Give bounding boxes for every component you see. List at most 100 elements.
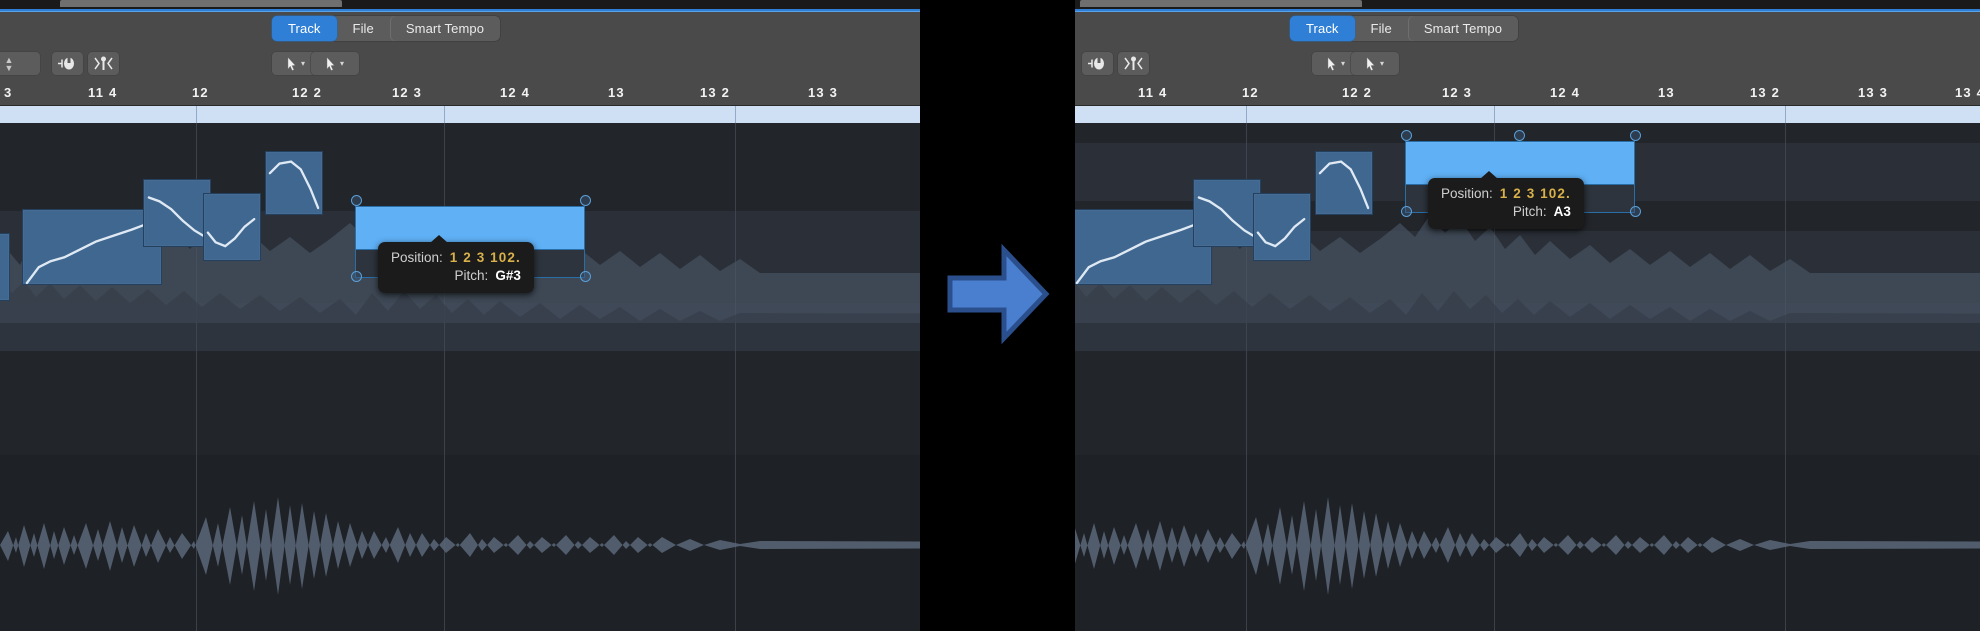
command-click-tool-selector[interactable]: ▾ [1351,52,1399,75]
split-note-icon [1124,56,1143,70]
chevron-down-icon[interactable]: ▾ [1380,59,1384,68]
pitch-curve-icon [1075,218,1209,285]
flex-pitch-editor-canvas[interactable]: Position: 1 2 3 102. Pitch: G#3 [0,123,920,631]
pitch-lane [0,351,920,455]
editor-mode-segmented-control[interactable]: Track File Smart Tempo [272,16,501,41]
tab-smart-tempo[interactable]: Smart Tempo [1408,16,1518,41]
ruler-tick: 12 3 [1442,85,1473,100]
pitch-curve-icon [1256,217,1306,248]
ruler-tick: 13 3 [808,85,839,100]
split-note-button[interactable] [1118,52,1149,75]
flex-pitch-icon [58,57,74,70]
note-handle-top-left[interactable] [351,195,362,206]
chevron-down-icon[interactable]: ▾ [1341,59,1345,68]
pitch-curve-icon [147,196,206,238]
chevron-down-icon[interactable]: ▾ [340,59,344,68]
tooltip-position-row: Position: 1 2 3 102. [391,249,521,267]
panel-after: Track File Smart Tempo ▲▼ [1075,0,1980,631]
pitch-note-block[interactable] [203,193,261,261]
editor-mode-segmented-control[interactable]: Track File Smart Tempo [1290,16,1519,41]
flex-pitch-button[interactable] [1082,52,1113,75]
toolbar-row-tabs: Track File Smart Tempo [1075,12,1980,45]
panel-before: Track File Smart Tempo ▲ ▼ ▾ ▾ 3 11 4 12… [0,0,920,631]
pitch-note-block[interactable] [1315,151,1373,215]
ruler-tick: 13 2 [1750,85,1781,100]
tooltip-pitch-row: Pitch: G#3 [391,267,521,285]
note-info-tooltip: Position: 1 2 3 102. Pitch: G#3 [378,235,534,294]
tooltip-position-value: 1 2 3 102. [449,250,521,265]
pitch-lane [0,123,920,211]
tab-file[interactable]: File [337,16,390,41]
toolbar-row-tools: ▲▼ [0,45,920,82]
ruler-tick: 12 4 [500,85,531,100]
tooltip-pitch-value: A3 [1553,204,1571,220]
timeline-ruler[interactable]: 3 11 4 12 12 2 12 3 12 4 13 13 2 13 3 [0,82,920,106]
note-handle-bottom-right[interactable] [1630,206,1641,217]
tooltip-pitch-row: Pitch: A3 [1441,203,1571,221]
region-header-bar[interactable]: Gospel Impro [0,106,920,123]
ruler-tick: 3 [4,85,13,100]
note-handle-top-center[interactable] [1514,130,1525,141]
window-titlebar [0,0,920,9]
note-handle-top-right[interactable] [1630,130,1641,141]
window-titlebar [1075,0,1980,9]
pitch-note-block[interactable] [1253,193,1311,261]
note-handle-bottom-right[interactable] [580,271,591,282]
pitch-note-block[interactable] [1193,179,1261,247]
pitch-note-block[interactable] [265,151,323,215]
ruler-tick: 12 3 [392,85,423,100]
ruler-tick: 12 2 [1342,85,1373,100]
pitch-note-block[interactable] [0,233,10,301]
timeline-ruler[interactable]: 13 11 4 12 12 2 12 3 12 4 13 13 2 13 3 1… [1075,82,1980,106]
bar-gridline [735,123,736,631]
tab-smart-tempo[interactable]: Smart Tempo [390,16,500,41]
pitch-curve-icon [206,217,256,248]
pitch-curve-icon [268,160,320,210]
pitch-note-block[interactable] [1075,209,1212,285]
command-click-tool-selector[interactable]: ▾ [311,52,359,75]
note-handle-bottom-left[interactable] [1401,206,1412,217]
panel-before-inner: Track File Smart Tempo ▲ ▼ ▾ ▾ 3 11 4 12… [0,0,920,631]
split-note-button[interactable] [88,52,119,75]
tooltip-pitch-label: Pitch: [454,268,489,284]
region-header-bar[interactable]: Gospel Impro [1075,106,1980,123]
flex-pitch-editor-canvas[interactable]: Position: 1 2 3 102. Pitch: A3 [1075,123,1980,631]
ruler-tick: 12 [1242,85,1259,100]
panel-after-clip: Track File Smart Tempo ▲▼ [1075,0,1980,631]
note-handle-top-right[interactable] [580,195,591,206]
pitch-lane [0,303,920,351]
ruler-tick: 13 2 [700,85,731,100]
ruler-tick: 12 [192,85,209,100]
ruler-tick: 12 2 [292,85,323,100]
ruler-tick: 11 4 [1138,85,1168,100]
tooltip-position-value: 1 2 3 102. [1499,186,1571,201]
comparison-stage: Track File Smart Tempo ▲ ▼ ▾ ▾ 3 11 4 12… [0,0,1980,631]
value-stepper-field[interactable]: ▲ ▼ [0,52,40,75]
tab-track[interactable]: Track [1290,16,1355,41]
audio-waveform-lane [1075,455,1980,631]
tab-file[interactable]: File [1355,16,1408,41]
stepper-arrows-icon[interactable]: ▲ ▼ [5,55,18,72]
split-note-icon [94,56,113,70]
window-tab-chrome [60,0,342,7]
pitch-lane [1075,303,1980,351]
pitch-note-block[interactable] [22,209,162,285]
right-arrow-container [942,238,1054,355]
chevron-down-icon[interactable]: ▾ [301,59,305,68]
pointer-tool-icon [1327,56,1336,71]
window-tab-chrome [1080,0,1362,7]
bar-gridline [1785,123,1786,631]
flex-pitch-button[interactable] [52,52,83,75]
ruler-tick: 11 4 [88,85,118,100]
audio-waveform-lane [0,455,920,631]
tab-track[interactable]: Track [272,16,337,41]
tooltip-position-label: Position: [391,250,443,265]
note-handle-bottom-left[interactable] [351,271,362,282]
panel-after-inner: Track File Smart Tempo ▲▼ [1075,0,1980,631]
toolbar-row-tabs: Track File Smart Tempo [0,12,920,45]
pointer-tool-icon [326,56,335,71]
tooltip-position-label: Position: [1441,186,1493,201]
pitch-note-block[interactable] [143,179,211,247]
toolbar-row-tools: ▲▼ [1075,45,1980,82]
note-handle-top-left[interactable] [1401,130,1412,141]
